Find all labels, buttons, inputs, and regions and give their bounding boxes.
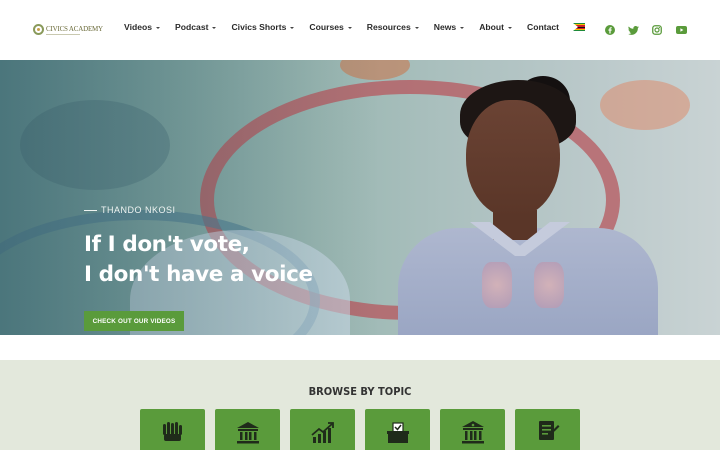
portrait-embroidery (482, 262, 512, 308)
subtitle-dash (84, 209, 97, 211)
logo-text: CIVICS ACADEMY (46, 25, 103, 33)
hero-banner: THANDO NKOSI If I don't vote, I don't ha… (0, 60, 720, 335)
chevron-down-icon (156, 26, 161, 29)
site-logo[interactable]: CIVICS ACADEMY (33, 24, 103, 35)
instagram-icon[interactable] (651, 24, 663, 36)
nav-item-podcast[interactable]: Podcast (175, 22, 217, 32)
constitution-document-icon (538, 421, 559, 440)
portrait-face (466, 100, 560, 218)
nav-item-contact[interactable]: Contact (527, 22, 559, 32)
logo-mark-icon (33, 24, 44, 35)
nav-item-label: Contact (527, 22, 560, 32)
chevron-down-icon (414, 26, 419, 29)
topic-tile-justice[interactable] (440, 409, 505, 450)
topic-tile-government[interactable] (215, 409, 280, 450)
nav-item-label: Courses (309, 22, 344, 32)
nav-item-about[interactable]: About (479, 22, 513, 32)
nav-item-label: Resources (366, 22, 411, 32)
topic-tile-economy[interactable] (290, 409, 355, 450)
hero-overlay (0, 60, 380, 335)
zimbabwe-flag-icon[interactable] (573, 23, 586, 31)
hero-headline-line2: I don't have a voice (84, 262, 313, 287)
topic-tile-constitution[interactable] (515, 409, 580, 450)
nav-item-label: About (479, 22, 505, 32)
topic-tile-elections[interactable] (365, 409, 430, 450)
nav-item-civics-shorts[interactable]: Civics Shorts (231, 22, 295, 32)
nav-item-label: Videos (124, 22, 153, 32)
hero-headline: If I don't vote, I don't have a voice (84, 230, 313, 290)
chevron-down-icon (508, 26, 513, 29)
hero-headline-line1: If I don't vote, (84, 232, 250, 257)
nav-item-label: News (433, 22, 457, 32)
logo-underline (46, 34, 80, 35)
government-building-icon (236, 422, 259, 444)
hero-subtitle-text: THANDO NKOSI (101, 205, 176, 215)
nav-item-news[interactable]: News (433, 22, 465, 32)
ballot-box-icon (386, 422, 409, 443)
section-title: BROWSE BY TOPIC (308, 385, 412, 398)
check-out-videos-button[interactable]: CHECK OUT OUR VIDEOS (84, 311, 184, 331)
nav-item-videos[interactable]: Videos (124, 22, 161, 32)
facebook-icon[interactable] (604, 24, 616, 36)
chevron-down-icon (212, 26, 217, 29)
nav-item-courses[interactable]: Courses (309, 22, 352, 32)
site-header: CIVICS ACADEMY Videos Podcast Civics Sho… (0, 0, 720, 60)
main-nav: Videos Podcast Civics Shorts Courses Res… (124, 22, 586, 32)
raised-hands-icon (162, 422, 182, 441)
courthouse-icon (461, 421, 484, 444)
nav-item-label: Podcast (175, 22, 209, 32)
chevron-down-icon (460, 26, 465, 29)
topic-tile-participation[interactable] (140, 409, 205, 450)
youtube-icon[interactable] (675, 24, 687, 36)
growth-chart-icon (310, 422, 334, 443)
twitter-icon[interactable] (627, 24, 639, 36)
hero-portrait (398, 76, 668, 335)
chevron-down-icon (347, 26, 352, 29)
hero-subtitle: THANDO NKOSI (84, 205, 176, 215)
portrait-embroidery (534, 262, 564, 308)
nav-item-resources[interactable]: Resources (367, 22, 419, 32)
chevron-down-icon (290, 26, 295, 29)
nav-item-label: Civics Shorts (231, 22, 287, 32)
browse-by-topic-section: BROWSE BY TOPIC (0, 360, 720, 450)
